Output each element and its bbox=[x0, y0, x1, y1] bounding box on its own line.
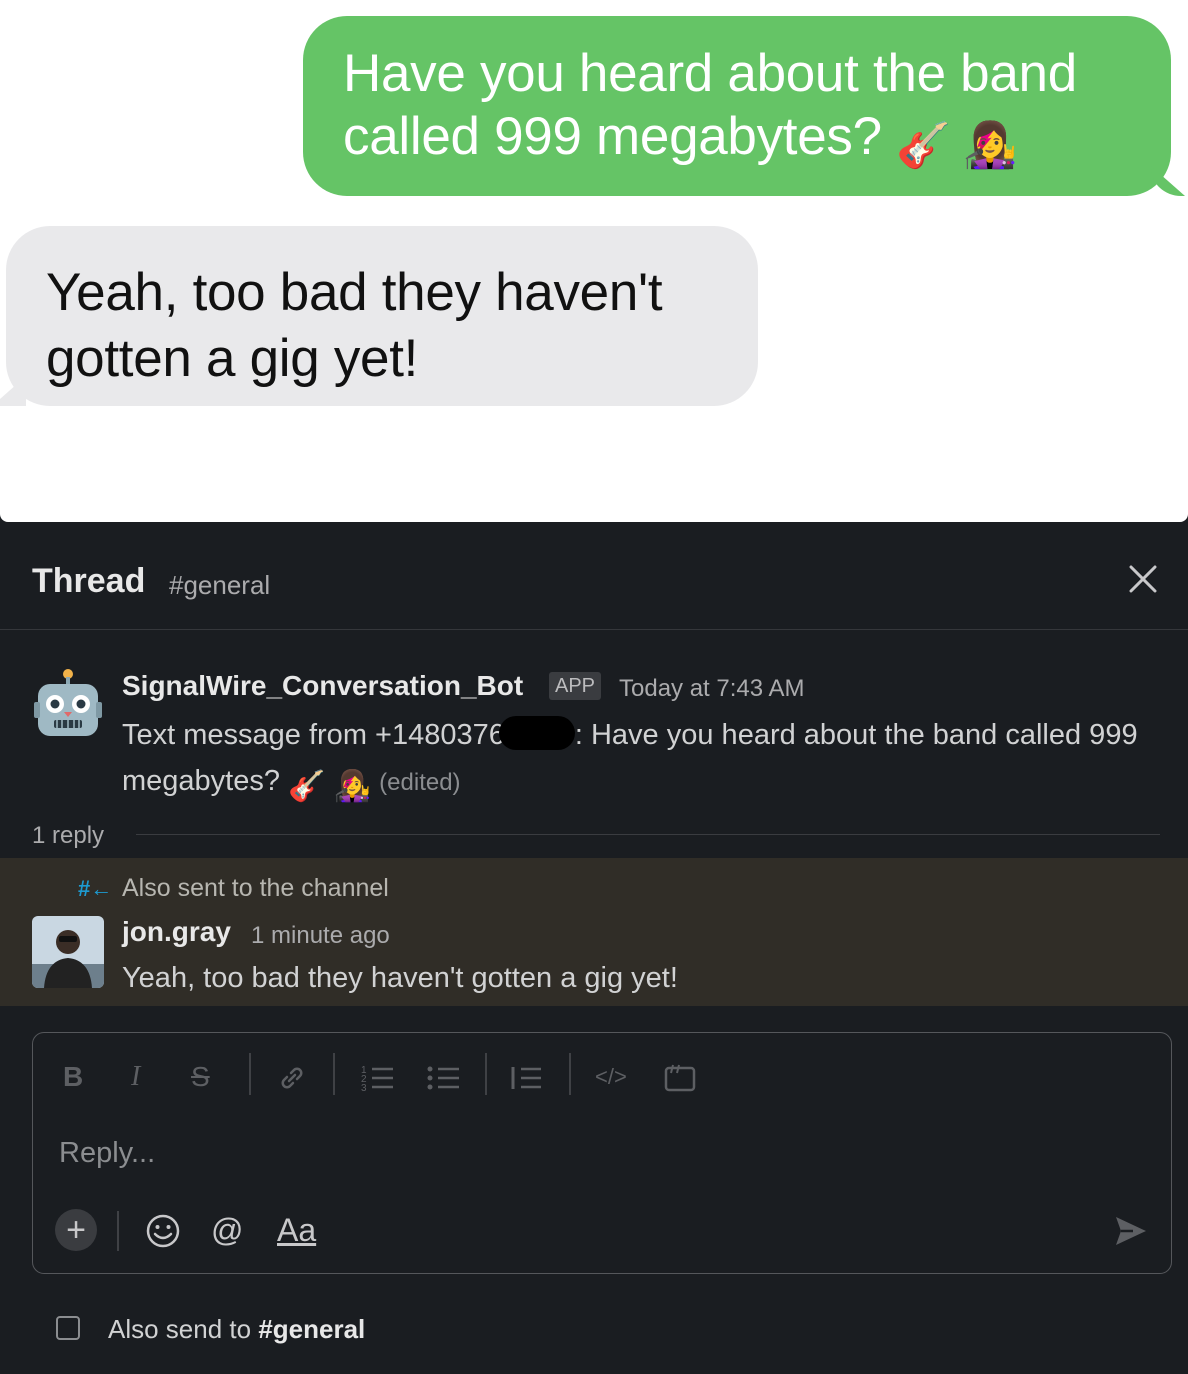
guitar-singer-emoji: 🎸 👩‍🎤 bbox=[896, 121, 1018, 170]
incoming-message-text: Yeah, too bad they haven't gotten a gig … bbox=[46, 263, 663, 388]
reply-divider bbox=[136, 834, 1160, 835]
bot-message-timestamp[interactable]: Today at 7:43 AM bbox=[619, 675, 804, 703]
reply-composer: B I S 123 </> Reply... + @ Aa bbox=[32, 1032, 1172, 1274]
reply-input[interactable]: Reply... bbox=[59, 1137, 155, 1170]
italic-icon[interactable]: I bbox=[131, 1057, 140, 1097]
close-icon[interactable] bbox=[1126, 562, 1160, 596]
incoming-message-bubble: Yeah, too bad they haven't gotten a gig … bbox=[6, 226, 758, 406]
toolbar-divider bbox=[569, 1053, 571, 1095]
formatting-toggle-button[interactable]: Aa bbox=[277, 1209, 316, 1251]
thread-reply: #← Also sent to the channel jon.gray 1 m… bbox=[0, 858, 1188, 1006]
strikethrough-icon[interactable]: S bbox=[191, 1057, 210, 1097]
reply-timestamp[interactable]: 1 minute ago bbox=[251, 922, 390, 950]
user-avatar[interactable] bbox=[32, 916, 104, 988]
bulleted-list-icon[interactable] bbox=[427, 1063, 461, 1093]
add-attachment-button[interactable]: + bbox=[55, 1209, 97, 1251]
reply-count: 1 reply bbox=[32, 822, 105, 849]
guitar-singer-emoji: 🎸 👩‍🎤 bbox=[288, 770, 372, 803]
toolbar-divider bbox=[485, 1053, 487, 1095]
composer-divider bbox=[117, 1211, 119, 1251]
also-sent-label: Also sent to the channel bbox=[122, 874, 389, 902]
code-block-icon[interactable] bbox=[663, 1063, 697, 1093]
robot-avatar-icon[interactable] bbox=[34, 668, 102, 740]
bot-sender-name[interactable]: SignalWire_Conversation_Bot bbox=[122, 670, 523, 702]
imessage-conversation: Have you heard about the band called 999… bbox=[0, 0, 1188, 522]
send-icon[interactable] bbox=[1113, 1213, 1149, 1249]
code-icon[interactable]: </> bbox=[595, 1057, 627, 1097]
bot-message-body: Text message from +1480376: Have you hea… bbox=[122, 712, 1162, 810]
toolbar-divider bbox=[333, 1053, 335, 1095]
svg-text:3: 3 bbox=[361, 1083, 367, 1093]
blockquote-icon[interactable] bbox=[509, 1063, 543, 1093]
bold-icon[interactable]: B bbox=[63, 1057, 83, 1097]
also-send-label[interactable]: Also send to #general bbox=[108, 1314, 365, 1345]
thread-header: Thread #general bbox=[0, 526, 1188, 630]
mention-icon[interactable]: @ bbox=[211, 1209, 243, 1251]
app-badge: APP bbox=[549, 672, 602, 700]
reply-message-text: Yeah, too bad they haven't gotten a gig … bbox=[122, 962, 678, 994]
also-send-checkbox[interactable] bbox=[56, 1316, 80, 1340]
outgoing-message-bubble: Have you heard about the band called 999… bbox=[303, 16, 1171, 196]
thread-panel: Thread #general SignalWire_Conversation_… bbox=[0, 526, 1188, 1374]
bot-message-text-prefix: Text message from +1480376 bbox=[122, 719, 505, 751]
emoji-icon[interactable] bbox=[145, 1213, 181, 1249]
also-send-channel: #general bbox=[258, 1314, 366, 1344]
ordered-list-icon[interactable]: 123 bbox=[361, 1063, 395, 1093]
thread-channel-link[interactable]: #general bbox=[169, 570, 270, 601]
redacted-phone-mark bbox=[498, 716, 575, 750]
edited-label: (edited) bbox=[379, 769, 461, 796]
also-send-prefix: Also send to bbox=[108, 1314, 259, 1344]
thread-title: Thread bbox=[32, 562, 146, 600]
channel-share-icon: #← bbox=[78, 876, 113, 901]
link-icon[interactable] bbox=[277, 1063, 307, 1093]
toolbar-divider bbox=[249, 1053, 251, 1095]
reply-sender-name[interactable]: jon.gray bbox=[122, 916, 231, 948]
